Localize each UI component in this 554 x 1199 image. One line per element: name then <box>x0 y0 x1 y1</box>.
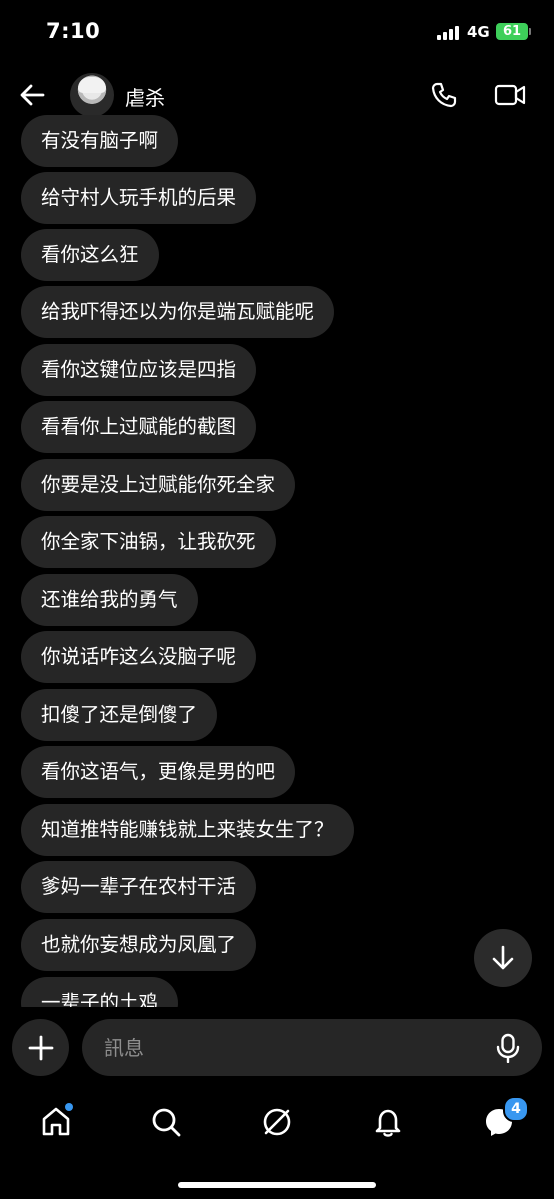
message-bubble[interactable]: 还谁给我的勇气 <box>21 574 198 626</box>
phone-icon <box>431 82 457 108</box>
chevron-down-icon <box>492 945 514 970</box>
nav-explore[interactable] <box>257 1102 297 1142</box>
message-bubble[interactable]: 你全家下油锅，让我砍死 <box>21 516 276 568</box>
search-icon <box>152 1108 181 1137</box>
message-bubble[interactable]: 看你这么狂 <box>21 229 159 281</box>
scroll-to-bottom-button[interactable] <box>474 929 532 987</box>
voice-message-button[interactable] <box>494 1033 522 1064</box>
plus-icon <box>28 1035 54 1061</box>
audio-call-button[interactable] <box>430 81 458 109</box>
battery-level: 61 <box>502 24 522 39</box>
add-attachment-button[interactable] <box>12 1019 69 1076</box>
notifications-icon <box>375 1109 401 1137</box>
home-notification-dot <box>65 1103 73 1111</box>
home-indicator[interactable] <box>178 1182 376 1188</box>
bottom-navigation: 4 <box>0 1090 554 1160</box>
battery-icon: 61 <box>496 23 528 40</box>
status-bar: 7:10 4G 61 <box>0 0 554 64</box>
message-bubble[interactable]: 给守村人玩手机的后果 <box>21 172 257 224</box>
message-bubble[interactable]: 扣傻了还是倒傻了 <box>21 689 218 741</box>
message-bubble[interactable]: 你要是没上过赋能你死全家 <box>21 459 296 511</box>
status-time: 7:10 <box>46 19 101 43</box>
avatar[interactable] <box>70 73 114 117</box>
inbox-badge: 4 <box>503 1096 529 1122</box>
message-bubble[interactable]: 看你这语气，更像是男的吧 <box>21 746 296 798</box>
explore-icon <box>263 1108 291 1136</box>
message-bubble[interactable]: 有没有脑子啊 <box>21 115 179 167</box>
message-bubble[interactable]: 给我吓得还以为你是端瓦赋能呢 <box>21 286 335 338</box>
message-bubble[interactable]: 一辈子的土鸡 <box>21 977 179 1007</box>
microphone-icon <box>496 1033 520 1064</box>
message-bubble[interactable]: 知道推特能赚钱就上来装女生了？ <box>21 804 354 856</box>
message-composer <box>0 1013 554 1083</box>
message-bubble[interactable]: 你说话咋这么没脑子呢 <box>21 631 257 683</box>
message-bubble[interactable]: 也就你妄想成为凤凰了 <box>21 919 257 971</box>
message-input[interactable] <box>82 1019 542 1076</box>
network-type: 4G <box>467 23 490 41</box>
battery-tip <box>529 28 531 35</box>
contact-name[interactable]: 虐杀 <box>125 82 165 111</box>
nav-notifications[interactable] <box>368 1102 408 1142</box>
chat-screen: 7:10 4G 61 虐杀 有没有脑子啊 给守村人玩手机的后果 看你这么狂 给我… <box>0 0 554 1199</box>
avatar-hair <box>78 77 106 93</box>
message-bubble[interactable]: 看看你上过赋能的截图 <box>21 401 257 453</box>
message-list[interactable]: 有没有脑子啊 给守村人玩手机的后果 看你这么狂 给我吓得还以为你是端瓦赋能呢 看… <box>0 112 554 1007</box>
signal-icon <box>437 26 461 40</box>
back-button[interactable] <box>18 80 48 110</box>
back-arrow-icon <box>20 84 45 106</box>
message-bubble[interactable]: 爹妈一辈子在农村干活 <box>21 861 257 913</box>
nav-search[interactable] <box>146 1102 186 1142</box>
video-camera-icon <box>494 84 526 106</box>
nav-messages[interactable]: 4 <box>479 1096 529 1142</box>
video-call-button[interactable] <box>494 81 526 109</box>
nav-home[interactable] <box>36 1102 76 1142</box>
message-bubble[interactable]: 看你这键位应该是四指 <box>21 344 257 396</box>
